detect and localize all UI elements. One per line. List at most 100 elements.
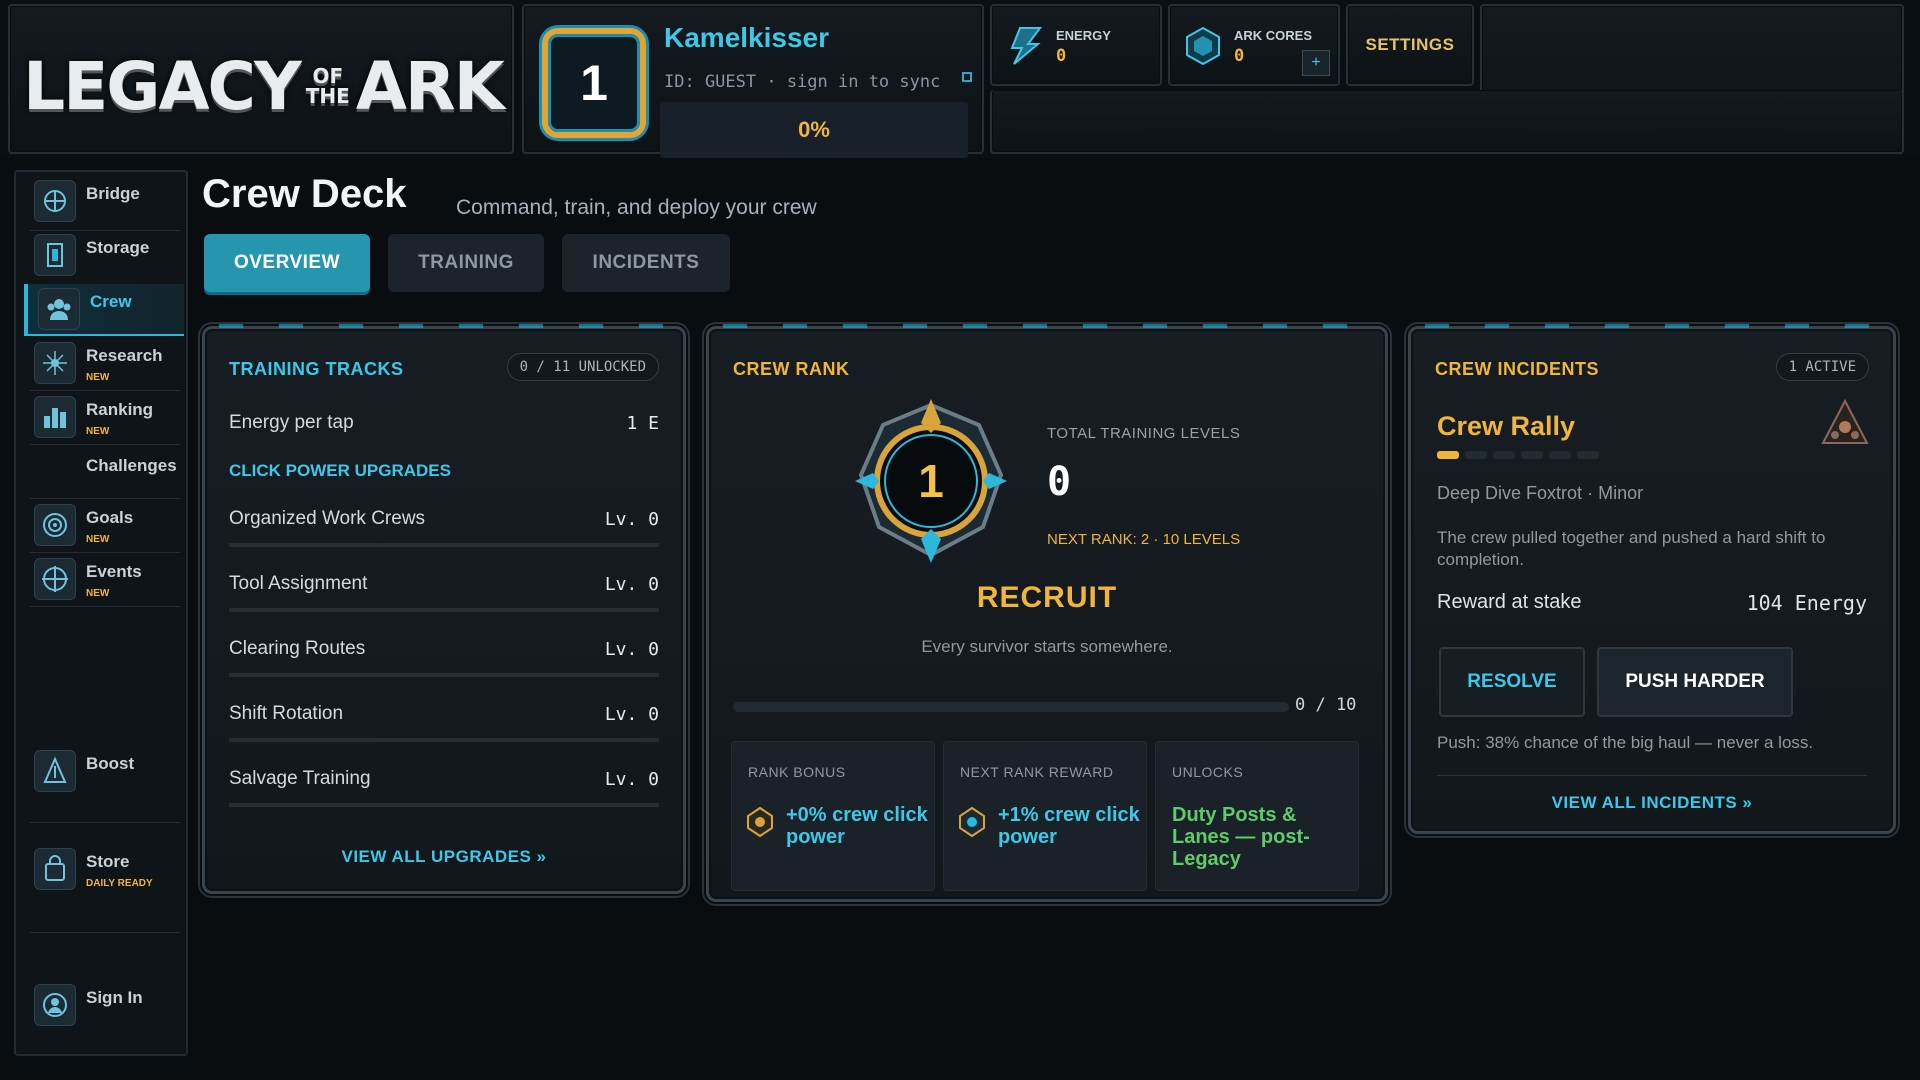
sidebar-item-events[interactable]: Events NEW: [24, 554, 184, 606]
rank-bonus-label: RANK BONUS: [748, 764, 846, 780]
next-rank-reward-value: +1% crew click power: [998, 804, 1140, 848]
sidebar-item-crew[interactable]: Crew: [24, 284, 184, 336]
upgrade-row[interactable]: Salvage Training Lv. 0: [229, 759, 659, 799]
training-tracks-title: TRAINING TRACKS: [229, 359, 404, 379]
energy-per-tap-row: Energy per tap 1 E: [229, 403, 659, 443]
sidebar-divider: [30, 932, 180, 933]
total-training-levels-label: TOTAL TRAINING LEVELS: [1047, 425, 1241, 442]
rank-progress-count: 0 / 10: [1295, 695, 1357, 715]
unlocked-count-pill: 0 / 11 UNLOCKED: [506, 353, 659, 381]
sidebar-item-label: Events: [86, 562, 142, 581]
incident-severity: Minor: [1598, 483, 1644, 503]
logo-word-ark: ARK: [355, 47, 505, 125]
sidebar-item-label: Ranking: [86, 400, 154, 419]
top-bar-frame-lower: [990, 90, 1904, 154]
upgrade-row[interactable]: Clearing Routes Lv. 0: [229, 629, 659, 669]
sidebar-divider: [30, 606, 180, 607]
sidebar-item-goals[interactable]: Goals NEW: [24, 500, 184, 552]
upgrade-name: Salvage Training: [229, 768, 371, 789]
sidebar-item-bridge[interactable]: Bridge: [24, 176, 184, 228]
unlocks-label: UNLOCKS: [1172, 764, 1244, 780]
incident-title: Crew Rally: [1437, 411, 1576, 441]
sidebar-item-boost[interactable]: Boost: [24, 746, 184, 798]
rank-name: RECRUIT: [976, 581, 1118, 614]
stage-segment: [1577, 451, 1599, 459]
unlocks-value: Duty Posts & Lanes — post-Legacy: [1172, 804, 1310, 870]
sidebar-item-label: Sign In: [86, 988, 143, 1007]
logo-of-the: OF THE: [306, 66, 350, 106]
settings-button[interactable]: SETTINGS: [1346, 4, 1474, 86]
sidebar: Bridge Storage Crew Research NEW Ranking…: [14, 170, 188, 1056]
energy-resource: ENERGY 0: [990, 4, 1162, 86]
upgrade-row[interactable]: Tool Assignment Lv. 0: [229, 564, 659, 604]
tab-label: OVERVIEW: [233, 252, 341, 273]
sidebar-item-research[interactable]: Research NEW: [24, 338, 184, 390]
push-harder-button[interactable]: PUSH HARDER: [1597, 647, 1793, 717]
sidebar-item-label: Boost: [86, 754, 135, 773]
stage-segment: [1549, 451, 1571, 459]
total-training-levels-value: 0: [1047, 459, 1072, 505]
crew-rank-title: CREW RANK: [733, 359, 850, 379]
incident-divider: [1437, 775, 1867, 776]
upgrade-name: Organized Work Crews: [229, 508, 426, 529]
click-power-section-label: CLICK POWER UPGRADES: [229, 461, 451, 480]
sync-indicator-icon[interactable]: [962, 72, 972, 82]
sidebar-item-storage[interactable]: Storage: [24, 230, 184, 282]
player-level-badge[interactable]: 1: [542, 28, 646, 138]
tab-training[interactable]: TRAINING: [388, 234, 544, 292]
sidebar-divider: [30, 498, 180, 499]
sidebar-item-label: Crew: [90, 292, 132, 311]
stage-segment: [1437, 451, 1459, 459]
new-badge: NEW: [86, 588, 110, 599]
ark-cores-label: ARK CORES: [1234, 28, 1313, 43]
upgrade-row[interactable]: Organized Work Crews Lv. 0: [229, 499, 659, 539]
incident-description: The crew pulled together and pushed a ha…: [1437, 528, 1826, 569]
upgrade-progress-bar: [229, 673, 659, 677]
upgrade-level: Lv. 0: [604, 768, 659, 790]
sidebar-item-label: Goals: [86, 508, 134, 527]
reward-label: Reward at stake: [1437, 591, 1582, 613]
meta-separator: ·: [1587, 483, 1599, 503]
research-icon: [34, 342, 76, 384]
tab-overview[interactable]: OVERVIEW: [204, 234, 370, 292]
tab-incidents[interactable]: INCIDENTS: [562, 234, 730, 292]
incident-location: Deep Dive Foxtrot: [1437, 483, 1583, 503]
next-rank-reward-tile: NEXT RANK REWARD +1% crew click power: [943, 741, 1147, 891]
sidebar-divider: [30, 444, 180, 445]
player-name[interactable]: Kamelkisser: [664, 22, 829, 54]
page-title: Crew Deck: [202, 172, 407, 216]
sidebar-item-label: Research: [86, 346, 163, 365]
sidebar-item-ranking[interactable]: Ranking NEW: [24, 392, 184, 444]
resolve-button[interactable]: RESOLVE: [1439, 647, 1585, 717]
upgrade-progress-bar: [229, 608, 659, 612]
upgrade-name: Clearing Routes: [229, 638, 366, 659]
crew-icon: [38, 288, 80, 330]
sidebar-item-label: Bridge: [86, 184, 140, 203]
page-subtitle: Command, train, and deploy your crew: [456, 196, 817, 219]
add-ark-cores-button[interactable]: +: [1302, 50, 1330, 76]
tab-label: INCIDENTS: [592, 252, 700, 273]
rank-bonus-value: +0% crew click power: [786, 804, 928, 848]
upgrade-progress-bar: [229, 543, 659, 547]
lightning-icon: [1010, 27, 1042, 65]
sidebar-item-store[interactable]: Store DAILY READY: [24, 844, 184, 896]
view-all-upgrades-link[interactable]: VIEW ALL UPGRADES »: [205, 847, 683, 867]
reward-value: 104 Energy: [1746, 591, 1867, 615]
unlocks-tile: UNLOCKS Duty Posts & Lanes — post-Legacy: [1155, 741, 1359, 891]
top-bar: LEGACY OF THE ARK 1 Kamelkisser ID: GUES…: [0, 0, 1920, 158]
upgrade-level: Lv. 0: [604, 638, 659, 660]
sidebar-item-challenges[interactable]: Challenges: [24, 448, 184, 500]
bridge-icon: [34, 180, 76, 222]
sidebar-item-sign-in[interactable]: Sign In: [24, 980, 184, 1032]
player-panel: 1 Kamelkisser ID: GUEST · sign in to syn…: [522, 4, 984, 158]
view-all-incidents-link[interactable]: VIEW ALL INCIDENTS »: [1411, 793, 1893, 813]
active-incidents-pill: 1 ACTIVE: [1775, 353, 1869, 381]
rank-progress-bar: [733, 702, 1289, 712]
player-progress-value: 0%: [798, 117, 830, 142]
upgrade-row[interactable]: Shift Rotation Lv. 0: [229, 694, 659, 734]
crew-incidents-title: CREW INCIDENTS: [1435, 359, 1599, 379]
sidebar-item-label: Store: [86, 852, 130, 871]
incident-stage-bar: [1437, 451, 1599, 459]
ranking-icon: [34, 396, 76, 438]
goals-icon: [34, 504, 76, 546]
